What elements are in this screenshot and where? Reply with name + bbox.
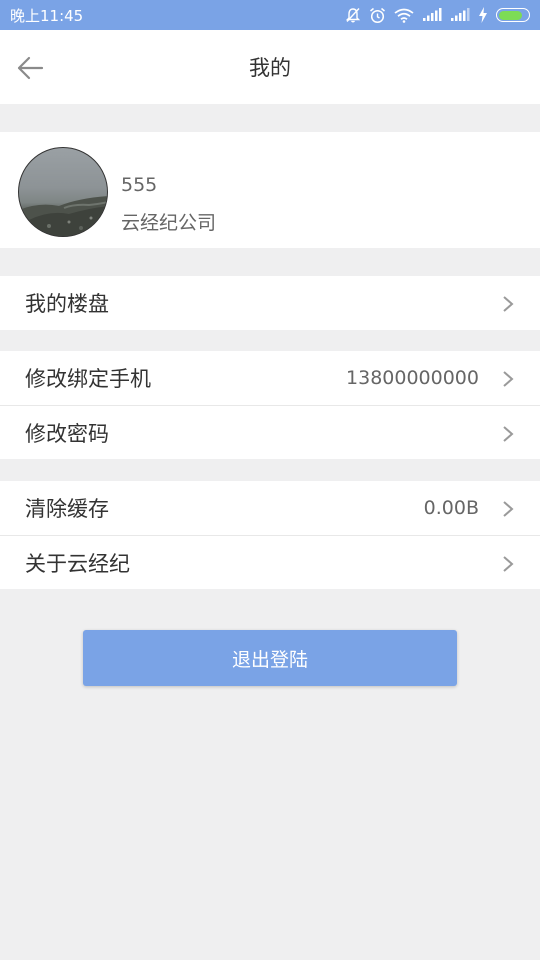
chevron-right-icon [503,296,514,312]
change-phone-row[interactable]: 修改绑定手机 13800000000 [0,351,540,405]
chevron-right-icon [503,426,514,442]
page-title: 我的 [249,56,291,80]
chevron-right-icon [503,556,514,572]
wifi-icon [394,8,414,23]
my-properties-row[interactable]: 我的楼盘 [0,276,540,330]
avatar[interactable] [18,147,108,237]
phone-value: 13800000000 [346,367,479,389]
chevron-right-icon [503,501,514,517]
profile-card[interactable]: 555 云经纪公司 [0,132,540,248]
signal-icon [450,8,470,22]
row-label: 关于云经纪 [25,551,130,576]
row-label: 修改密码 [25,421,109,446]
signal-icon [422,8,442,22]
header: 我的 [0,30,540,104]
profile-company: 云经纪公司 [121,212,217,234]
about-row[interactable]: 关于云经纪 [0,535,540,589]
mute-bell-icon [345,7,361,23]
back-button[interactable] [14,52,46,84]
settings-group-3: 清除缓存 0.00B 关于云经纪 [0,481,540,589]
settings-group-1: 我的楼盘 [0,276,540,330]
battery-icon [496,8,530,22]
clear-cache-row[interactable]: 清除缓存 0.00B [0,481,540,535]
logout-button[interactable]: 退出登陆 [83,630,457,686]
charging-icon [478,7,488,23]
profile-name: 555 [121,174,158,196]
cache-size-value: 0.00B [423,497,479,519]
row-label: 修改绑定手机 [25,367,151,391]
status-time: 晚上11:45 [10,6,84,25]
back-arrow-icon [17,56,44,80]
settings-group-2: 修改绑定手机 13800000000 修改密码 [0,351,540,459]
chevron-right-icon [503,371,514,387]
status-bar: 晚上11:45 [0,0,540,30]
row-label: 清除缓存 [25,497,109,521]
row-label: 我的楼盘 [25,292,109,316]
alarm-icon [369,7,386,24]
change-password-row[interactable]: 修改密码 [0,405,540,459]
status-icons [345,7,530,24]
